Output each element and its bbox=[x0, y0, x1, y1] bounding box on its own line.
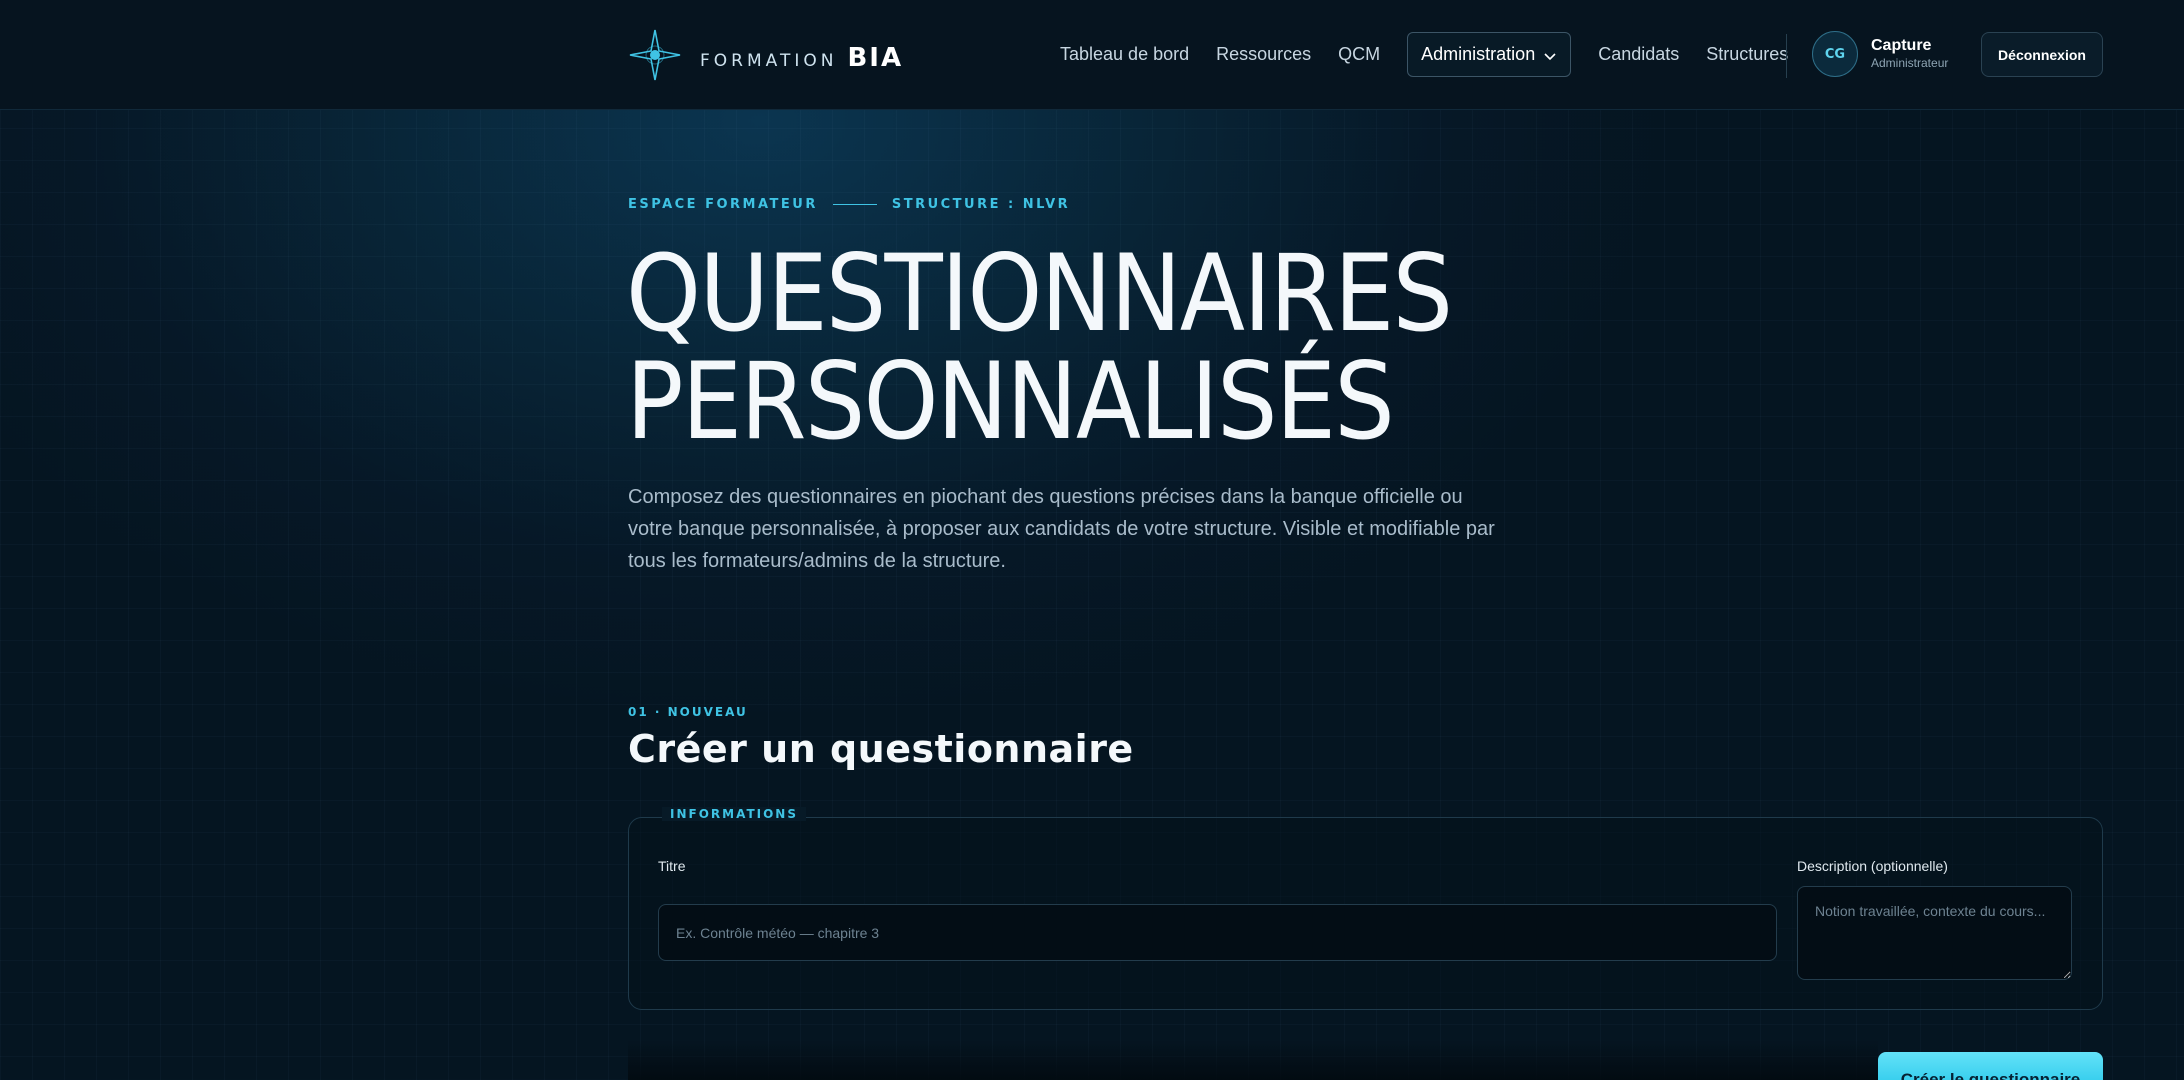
main-nav: Tableau de bord Ressources QCM Administr… bbox=[1060, 30, 1815, 78]
page-title-line-1: QUESTIONNAIRES bbox=[626, 232, 1453, 355]
nav-administration-label: Administration bbox=[1421, 43, 1536, 64]
description-field-label: Description (optionnelle) bbox=[1797, 858, 1948, 874]
title-input[interactable] bbox=[658, 904, 1777, 961]
page-title: QUESTIONNAIRES PERSONNALISÉS bbox=[626, 232, 1453, 463]
brand-logo[interactable]: FORMATION BIA bbox=[628, 28, 903, 87]
user-name: Capture bbox=[1871, 37, 1932, 54]
nav-ressources[interactable]: Ressources bbox=[1216, 44, 1311, 65]
hero-eyebrow: ESPACE FORMATEUR STRUCTURE : NLVR bbox=[628, 197, 1070, 212]
eyebrow-space: ESPACE FORMATEUR bbox=[628, 197, 818, 212]
bottom-toolbar bbox=[628, 1040, 1878, 1080]
nav-administration-dropdown[interactable]: Administration bbox=[1407, 31, 1572, 77]
brand-word: FORMATION bbox=[700, 50, 838, 71]
section-kicker: 01 · NOUVEAU bbox=[628, 705, 748, 719]
title-field-label: Titre bbox=[658, 858, 686, 874]
section-title: Créer un questionnaire bbox=[628, 727, 1134, 771]
top-navigation-bar: FORMATION BIA Tableau de bord Ressources… bbox=[0, 0, 2184, 110]
avatar[interactable]: CG bbox=[1812, 31, 1858, 77]
page-description: Composez des questionnaires en piochant … bbox=[628, 486, 1495, 572]
compass-star-icon bbox=[628, 28, 682, 87]
description-textarea[interactable] bbox=[1797, 886, 2072, 980]
brand-name: BIA bbox=[847, 42, 904, 73]
panel-legend: INFORMATIONS bbox=[662, 807, 806, 821]
chevron-down-icon bbox=[1543, 47, 1557, 61]
nav-divider bbox=[1786, 34, 1787, 78]
logout-button[interactable]: Déconnexion bbox=[1981, 32, 2103, 77]
nav-qcm[interactable]: QCM bbox=[1338, 44, 1380, 65]
create-questionnaire-button[interactable]: Créer le questionnaire bbox=[1878, 1052, 2103, 1080]
user-info: Capture Administrateur bbox=[1871, 37, 1948, 70]
nav-structures[interactable]: Structures bbox=[1706, 44, 1788, 65]
page-title-line-2: PERSONNALISÉS bbox=[626, 340, 1395, 463]
user-role: Administrateur bbox=[1871, 56, 1949, 70]
nav-candidats[interactable]: Candidats bbox=[1598, 44, 1679, 65]
eyebrow-structure: STRUCTURE : NLVR bbox=[891, 197, 1071, 212]
nav-tableau-de-bord[interactable]: Tableau de bord bbox=[1060, 44, 1189, 65]
eyebrow-divider bbox=[832, 204, 877, 205]
